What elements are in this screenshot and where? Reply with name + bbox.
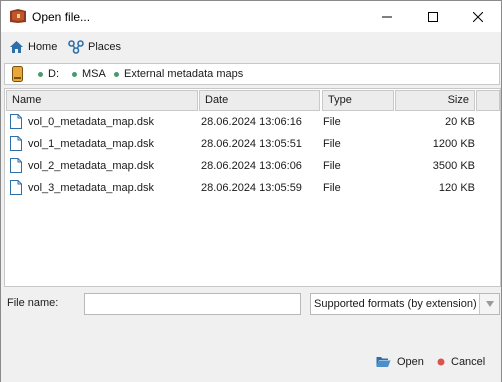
maximize-button[interactable] [410, 1, 456, 32]
open-folder-icon [376, 357, 391, 367]
dialog-footer [1, 340, 501, 382]
file-name: vol_3_metadata_map.dsk [28, 182, 154, 194]
file-name: vol_0_metadata_map.dsk [28, 116, 154, 128]
maximize-icon [428, 11, 438, 22]
open-file-dialog: Open file... Home Places D: MSA External… [0, 0, 502, 382]
breadcrumb-item-external-metadata-maps[interactable]: External metadata maps [114, 68, 243, 80]
cancel-label: Cancel [451, 356, 486, 368]
table-row[interactable]: vol_1_metadata_map.dsk 28.06.2024 13:05:… [5, 133, 500, 155]
column-header-type[interactable]: Type [322, 90, 394, 111]
chevron-down-icon [485, 301, 494, 307]
home-button[interactable]: Home [9, 38, 57, 56]
close-icon [473, 11, 483, 22]
format-select[interactable]: Supported formats (by extension) [310, 293, 500, 315]
column-header-label: Name [12, 94, 42, 106]
file-size: 120 KB [438, 182, 475, 194]
file-type: File [323, 138, 341, 150]
column-header-label: Type [328, 94, 352, 106]
format-select-value: Supported formats (by extension) [314, 298, 477, 310]
column-header-label: Size [447, 94, 469, 106]
breadcrumb-dot [72, 71, 77, 77]
dropdown-button[interactable] [479, 294, 499, 314]
file-type: File [323, 160, 341, 172]
home-icon [10, 41, 23, 53]
home-label: Home [28, 41, 58, 53]
file-date: 28.06.2024 13:05:59 [201, 182, 302, 194]
file-name-label: File name: [7, 297, 59, 309]
app-icon [9, 8, 27, 24]
places-button[interactable]: Places [68, 38, 121, 56]
places-label: Places [88, 41, 122, 53]
breadcrumb-label: External metadata maps [124, 68, 244, 80]
file-size: 3500 KB [432, 160, 475, 172]
open-button[interactable]: Open [376, 354, 424, 370]
file-icon [10, 180, 22, 195]
open-label: Open [397, 356, 424, 368]
file-type: File [323, 116, 341, 128]
close-button[interactable] [455, 1, 501, 32]
breadcrumb-label: MSA [82, 68, 106, 80]
table-row[interactable]: vol_3_metadata_map.dsk 28.06.2024 13:05:… [5, 177, 500, 199]
column-header-label: Date [205, 94, 229, 106]
column-header-date[interactable]: Date [199, 90, 320, 111]
file-date: 28.06.2024 13:05:51 [201, 138, 302, 150]
breadcrumb-item-msa[interactable]: MSA [72, 68, 106, 80]
file-size: 1200 KB [432, 138, 475, 150]
file-icon [10, 136, 22, 151]
file-date: 28.06.2024 13:06:16 [201, 116, 302, 128]
minimize-button[interactable] [364, 1, 410, 32]
file-icon [10, 114, 22, 129]
breadcrumb-label: D: [48, 68, 59, 80]
window-title: Open file... [32, 10, 91, 24]
file-name: vol_2_metadata_map.dsk [28, 160, 154, 172]
drive-icon [12, 66, 23, 85]
file-name: vol_1_metadata_map.dsk [28, 138, 154, 150]
table-row[interactable]: vol_0_metadata_map.dsk 28.06.2024 13:06:… [5, 111, 500, 133]
file-date: 28.06.2024 13:06:06 [201, 160, 302, 172]
cancel-button[interactable]: Cancel [437, 354, 485, 370]
breadcrumb-dot [38, 71, 43, 77]
column-header-name[interactable]: Name [6, 90, 198, 111]
cancel-dot-icon [437, 358, 445, 366]
column-header-size[interactable]: Size [395, 90, 475, 111]
file-icon [10, 158, 22, 173]
column-header-spacer [476, 90, 500, 111]
places-icon [68, 40, 84, 54]
toolbar: Home Places [1, 32, 501, 61]
table-row[interactable]: vol_2_metadata_map.dsk 28.06.2024 13:06:… [5, 155, 500, 177]
file-list: Name Date Type Size vol_0_metadata_map.d… [4, 88, 501, 287]
breadcrumb: D: MSA External metadata maps [4, 63, 500, 85]
file-type: File [323, 182, 341, 194]
title-bar: Open file... [1, 1, 501, 32]
minimize-icon [382, 16, 392, 17]
breadcrumb-dot [114, 71, 119, 77]
breadcrumb-item-drive[interactable]: D: [38, 68, 59, 80]
file-name-input[interactable] [84, 293, 301, 315]
file-size: 20 KB [445, 116, 475, 128]
